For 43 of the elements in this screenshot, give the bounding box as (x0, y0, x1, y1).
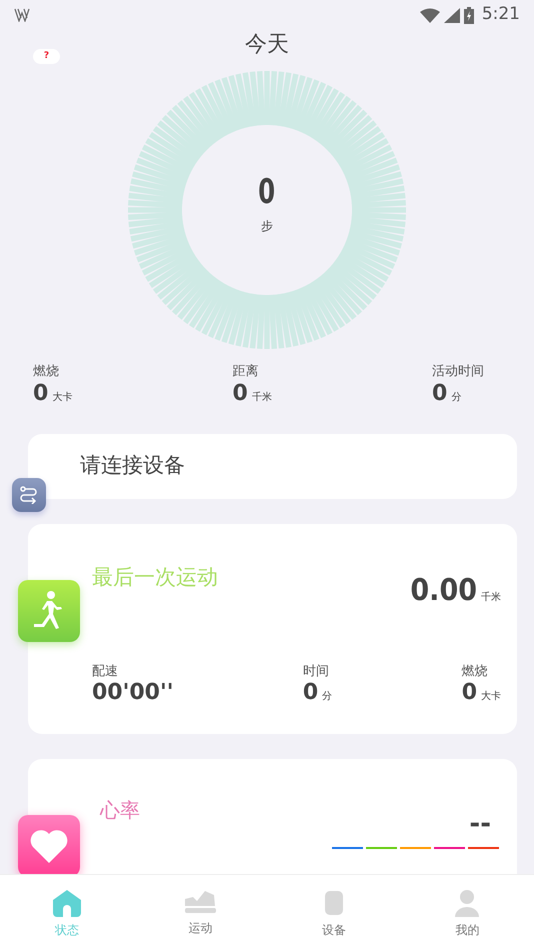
heart-rate-value: -- (469, 808, 491, 841)
stat-label: 燃烧 (462, 662, 489, 681)
person-icon (454, 889, 480, 917)
connect-icon (12, 478, 46, 512)
signal-icon (444, 8, 460, 22)
stat-value: 0 (462, 681, 477, 706)
wifi-icon (420, 8, 440, 22)
stat-unit: 大卡 (52, 390, 72, 404)
stat-label: 配速 (92, 662, 119, 681)
nav-tab[interactable]: 运动 (134, 875, 267, 950)
page-title: 今天 (245, 31, 289, 59)
stat-label: 活动时间 (432, 363, 484, 381)
battery-icon (464, 6, 474, 24)
stat-unit: 千米 (252, 390, 272, 404)
stat-label: 距离 (232, 363, 260, 381)
step-unit: 步 (261, 218, 273, 235)
step-count: 0 (258, 175, 276, 209)
stat-value: 0 (302, 681, 318, 706)
stat-value: 0 (432, 382, 448, 406)
stat-value: 0 (33, 382, 48, 406)
app-logo-icon (14, 8, 32, 22)
distance-unit: 千米 (481, 590, 501, 605)
stat-label: 燃烧 (33, 363, 60, 381)
workout-title: 最后一次运动 (92, 564, 218, 591)
stat-value: 0 (232, 382, 248, 406)
stat-unit: 分 (451, 390, 462, 404)
home-icon (52, 889, 82, 917)
device-card[interactable]: 请连接设备 (28, 434, 517, 499)
stat-unit: 大卡 (481, 690, 501, 704)
heart-rate-card[interactable]: 心率 -- (28, 758, 517, 874)
runner-icon (18, 580, 80, 642)
distance-value: 0.00 (410, 576, 477, 606)
weather-badge[interactable]: ? (33, 49, 60, 64)
stat-label: 时间 (302, 662, 330, 681)
nav-tab[interactable]: 我的 (400, 875, 534, 950)
watch-icon (322, 889, 345, 917)
heart-rate-title: 心率 (100, 796, 140, 824)
workout-card[interactable]: 最后一次运动 0.00 千米 配速 00'00'' 时间 0 分 燃烧 0 大卡 (28, 524, 517, 734)
stat-unit: 分 (322, 690, 332, 704)
stat-value: 00'00'' (92, 681, 174, 706)
connect-device-text: 请连接设备 (80, 452, 185, 480)
clock-time: 5:21 (482, 3, 520, 26)
nav-tab[interactable]: 设备 (267, 875, 400, 950)
